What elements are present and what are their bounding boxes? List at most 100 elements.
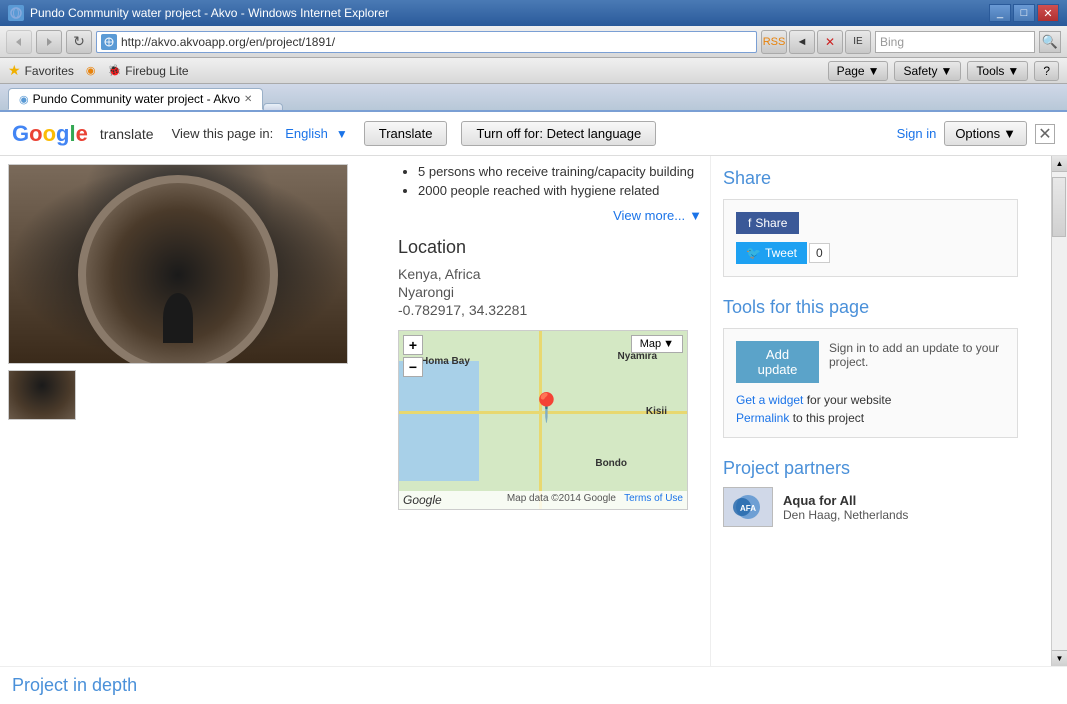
location-region: Nyarongi xyxy=(398,284,702,300)
language-link[interactable]: English xyxy=(285,126,328,141)
tools-title: Tools for this page xyxy=(723,297,1018,318)
twitter-icon: 🐦 xyxy=(746,246,761,260)
facebook-share-button[interactable]: f Share xyxy=(736,212,799,234)
share-section: Share f Share 🐦 Tweet 0 xyxy=(723,168,1018,277)
map-data-text: Map data ©2014 Google Terms of Use xyxy=(507,493,683,507)
right-panel: Share f Share 🐦 Tweet 0 xyxy=(710,156,1030,666)
location-coords: -0.782917, 34.32281 xyxy=(398,302,702,318)
scroll-down-button[interactable]: ▼ xyxy=(1052,650,1067,666)
tools-menu[interactable]: Tools ▼ xyxy=(967,61,1028,81)
tab-icon: ◉ xyxy=(19,93,29,106)
tab-close-button[interactable]: ✕ xyxy=(244,94,252,105)
widget-link[interactable]: Get a widget xyxy=(736,393,803,407)
share-title: Share xyxy=(723,168,1018,189)
safety-dropdown-icon: ▼ xyxy=(941,64,953,78)
map-footer: Google Map data ©2014 Google Terms of Us… xyxy=(399,491,687,509)
scrollbar: ▲ ▼ xyxy=(1051,156,1067,666)
project-in-depth-title: Project in depth xyxy=(12,675,1055,696)
options-button[interactable]: Options ▼ xyxy=(944,121,1027,146)
view-more-link[interactable]: View more... ▼ xyxy=(398,208,702,223)
tools-section: Tools for this page Add update Sign in t… xyxy=(723,297,1018,438)
translate-right: Sign in Options ▼ ✕ xyxy=(897,121,1055,146)
add-update-button[interactable]: Add update xyxy=(736,341,819,383)
close-button[interactable]: ✕ xyxy=(1037,4,1059,22)
search-bar[interactable]: Bing xyxy=(875,31,1035,53)
partner-logo: AFA xyxy=(723,487,773,527)
rss-link[interactable]: ◉ xyxy=(86,64,96,77)
search-submit-button[interactable]: 🔍 xyxy=(1039,31,1061,53)
view-more-triangle-icon: ▼ xyxy=(689,208,702,223)
thumbnail-image-1[interactable] xyxy=(8,370,76,420)
ie-compat-button[interactable]: IE xyxy=(845,30,871,54)
page-dropdown-icon: ▼ xyxy=(868,64,880,78)
nav-icons: RSS ◄ ✕ IE xyxy=(761,30,871,54)
tweet-button[interactable]: 🐦 Tweet xyxy=(736,242,807,264)
translate-label: translate xyxy=(100,126,154,142)
permalink-row: Permalink to this project xyxy=(736,411,1005,425)
tools-label: Tools xyxy=(976,64,1004,78)
map-copyright: Map data ©2014 Google xyxy=(507,493,616,504)
tools-box: Add update Sign in to add an update to y… xyxy=(723,328,1018,438)
widget-row: Get a widget for your website xyxy=(736,393,1005,407)
person-silhouette xyxy=(163,293,193,343)
refresh-button[interactable]: ↻ xyxy=(66,30,92,54)
options-dropdown-icon: ▼ xyxy=(1003,126,1016,141)
favorites-label: Favorites xyxy=(25,64,74,78)
project-partners-section: Project partners AFA Aqua for All Den Ha… xyxy=(723,458,1018,527)
language-dropdown-icon[interactable]: ▼ xyxy=(336,127,348,141)
help-icon: ? xyxy=(1043,64,1050,78)
map-label-homabay: Homa Bay xyxy=(421,356,470,367)
map-type-button[interactable]: Map ▼ xyxy=(631,335,683,353)
scroll-track xyxy=(1052,172,1067,650)
help-button[interactable]: ? xyxy=(1034,61,1059,81)
partners-title: Project partners xyxy=(723,458,1018,479)
map-label-kisii: Kisii xyxy=(646,406,667,417)
translate-button[interactable]: Translate xyxy=(364,121,448,146)
stop-button[interactable]: ✕ xyxy=(817,30,843,54)
rss-icon: ◉ xyxy=(86,64,96,77)
options-label: Options xyxy=(955,126,1000,141)
widget-suffix: for your website xyxy=(807,393,892,407)
sign-in-link[interactable]: Sign in xyxy=(897,126,937,141)
bullet-list: 5 persons who receive training/capacity … xyxy=(398,164,702,198)
scroll-thumb[interactable] xyxy=(1052,177,1066,237)
new-tab-button[interactable] xyxy=(263,103,283,110)
tweet-label: Tweet xyxy=(765,246,797,260)
firebug-label: Firebug Lite xyxy=(125,64,188,78)
map-zoom-in-button[interactable]: + xyxy=(403,335,423,355)
partner-item: AFA Aqua for All Den Haag, Netherlands xyxy=(723,487,1018,527)
safety-label: Safety xyxy=(903,64,937,78)
rss-button[interactable]: RSS xyxy=(761,30,787,54)
map-zoom-out-button[interactable]: − xyxy=(403,357,423,377)
update-row: Add update Sign in to add an update to y… xyxy=(736,341,1005,383)
restore-button[interactable]: □ xyxy=(1013,4,1035,22)
location-country: Kenya, Africa xyxy=(398,266,702,282)
window-title: Pundo Community water project - Akvo - W… xyxy=(30,6,983,20)
back-button[interactable] xyxy=(6,30,32,54)
active-tab[interactable]: ◉ Pundo Community water project - Akvo ✕ xyxy=(8,88,263,110)
scroll-up-button[interactable]: ▲ xyxy=(1052,156,1067,172)
search-placeholder: Bing xyxy=(880,35,904,49)
map-background: Homa Bay Nyamira Kisii Bondo 📍 + − Map ▼ xyxy=(399,331,687,509)
translate-bar: Google translate View this page in: Engl… xyxy=(0,112,1067,156)
main-content: 5 persons who receive training/capacity … xyxy=(0,156,1051,666)
firebug-menu[interactable]: 🐞 Firebug Lite xyxy=(108,64,189,78)
turn-off-button[interactable]: Turn off for: Detect language xyxy=(461,121,656,146)
permalink-link[interactable]: Permalink xyxy=(736,411,789,425)
favorites-menu[interactable]: ★ Favorites xyxy=(8,62,74,79)
svg-text:AFA: AFA xyxy=(740,504,756,513)
main-project-image xyxy=(8,164,348,364)
page-label: Page xyxy=(837,64,865,78)
minimize-button[interactable]: _ xyxy=(989,4,1011,22)
thumbnail-strip xyxy=(8,370,382,420)
forward-button[interactable] xyxy=(36,30,62,54)
left-panel xyxy=(0,156,390,666)
back-page-button[interactable]: ◄ xyxy=(789,30,815,54)
safety-menu[interactable]: Safety ▼ xyxy=(894,61,961,81)
map-terms-link[interactable]: Terms of Use xyxy=(624,493,683,504)
tab-label: Pundo Community water project - Akvo xyxy=(33,92,240,106)
address-bar[interactable]: http://akvo.akvoapp.org/en/project/1891/ xyxy=(96,31,757,53)
page-menu[interactable]: Page ▼ xyxy=(828,61,889,81)
translate-close-button[interactable]: ✕ xyxy=(1035,124,1055,144)
map-water xyxy=(399,361,479,481)
